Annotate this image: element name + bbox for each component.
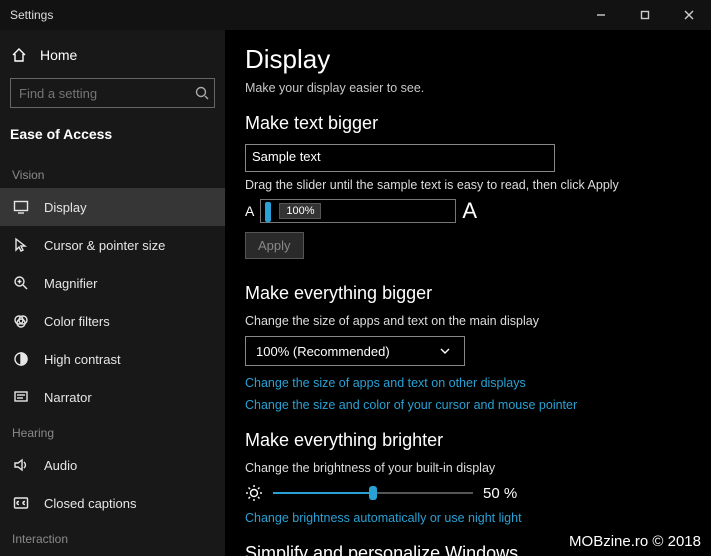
home-nav[interactable]: Home	[0, 38, 225, 72]
sun-icon	[245, 484, 263, 502]
titlebar: Settings	[0, 0, 711, 30]
brightness-description: Change the brightness of your built-in d…	[245, 461, 691, 475]
brightness-value: 50 %	[483, 485, 517, 502]
sidebar-item-audio[interactable]: Audio	[0, 446, 225, 484]
slider-thumb[interactable]	[369, 486, 377, 500]
sidebar-item-display[interactable]: Display	[0, 188, 225, 226]
sidebar-item-label: Display	[44, 200, 87, 215]
minimize-button[interactable]	[579, 0, 623, 30]
window-title: Settings	[10, 8, 53, 22]
group-hearing: Hearing	[0, 416, 225, 446]
small-a-icon: A	[245, 203, 254, 219]
sidebar-item-highcontrast[interactable]: High contrast	[0, 340, 225, 378]
home-icon	[10, 46, 28, 64]
sidebar-item-label: Cursor & pointer size	[44, 238, 165, 253]
scale-description: Change the size of apps and text on the …	[245, 314, 691, 328]
slider-thumb[interactable]	[265, 202, 271, 222]
home-label: Home	[40, 47, 77, 63]
group-interaction: Interaction	[0, 522, 225, 552]
narrator-icon	[12, 388, 30, 406]
maximize-button[interactable]	[623, 0, 667, 30]
search-field[interactable]	[19, 86, 195, 101]
section-make-text-bigger: Make text bigger	[245, 113, 691, 134]
cursor-icon	[12, 236, 30, 254]
sidebar-item-narrator[interactable]: Narrator	[0, 378, 225, 416]
sample-text-preview: Sample text	[245, 144, 555, 172]
sidebar-item-label: Audio	[44, 458, 77, 473]
display-icon	[12, 198, 30, 216]
section-make-everything-brighter: Make everything brighter	[245, 430, 691, 451]
sidebar-item-closedcaptions[interactable]: Closed captions	[0, 484, 225, 522]
brightness-slider[interactable]	[273, 483, 473, 503]
scale-selected: 100% (Recommended)	[256, 344, 390, 359]
search-icon	[195, 84, 209, 102]
chevron-down-icon	[436, 342, 454, 360]
sidebar-item-magnifier[interactable]: Magnifier	[0, 264, 225, 302]
content-pane: Display Make your display easier to see.…	[225, 30, 711, 556]
closed-captions-icon	[12, 494, 30, 512]
sidebar-item-label: High contrast	[44, 352, 121, 367]
sidebar-item-cursor[interactable]: Cursor & pointer size	[0, 226, 225, 264]
text-size-instruction: Drag the slider until the sample text is…	[245, 178, 691, 192]
sidebar-item-label: Narrator	[44, 390, 92, 405]
text-size-slider[interactable]: 100%	[260, 199, 456, 223]
high-contrast-icon	[12, 350, 30, 368]
scale-dropdown[interactable]: 100% (Recommended)	[245, 336, 465, 366]
group-vision: Vision	[0, 158, 225, 188]
color-filters-icon	[12, 312, 30, 330]
apply-button[interactable]: Apply	[245, 232, 304, 259]
search-input[interactable]	[10, 78, 215, 108]
watermark: MOBzine.ro © 2018	[569, 533, 701, 550]
page-title: Display	[245, 44, 691, 75]
sidebar-item-label: Magnifier	[44, 276, 97, 291]
link-other-displays[interactable]: Change the size of apps and text on othe…	[245, 376, 691, 390]
magnifier-icon	[12, 274, 30, 292]
link-cursor-size-color[interactable]: Change the size and color of your cursor…	[245, 398, 691, 412]
text-size-value: 100%	[279, 203, 321, 219]
category-title: Ease of Access	[0, 118, 225, 158]
large-a-icon: A	[462, 198, 477, 224]
audio-icon	[12, 456, 30, 474]
sidebar: Home Ease of Access Vision Display	[0, 30, 225, 556]
link-night-light[interactable]: Change brightness automatically or use n…	[245, 511, 691, 525]
sidebar-item-label: Color filters	[44, 314, 110, 329]
section-make-everything-bigger: Make everything bigger	[245, 283, 691, 304]
sidebar-item-colorfilters[interactable]: Color filters	[0, 302, 225, 340]
sidebar-item-label: Closed captions	[44, 496, 137, 511]
page-subtitle: Make your display easier to see.	[245, 81, 691, 95]
close-button[interactable]	[667, 0, 711, 30]
